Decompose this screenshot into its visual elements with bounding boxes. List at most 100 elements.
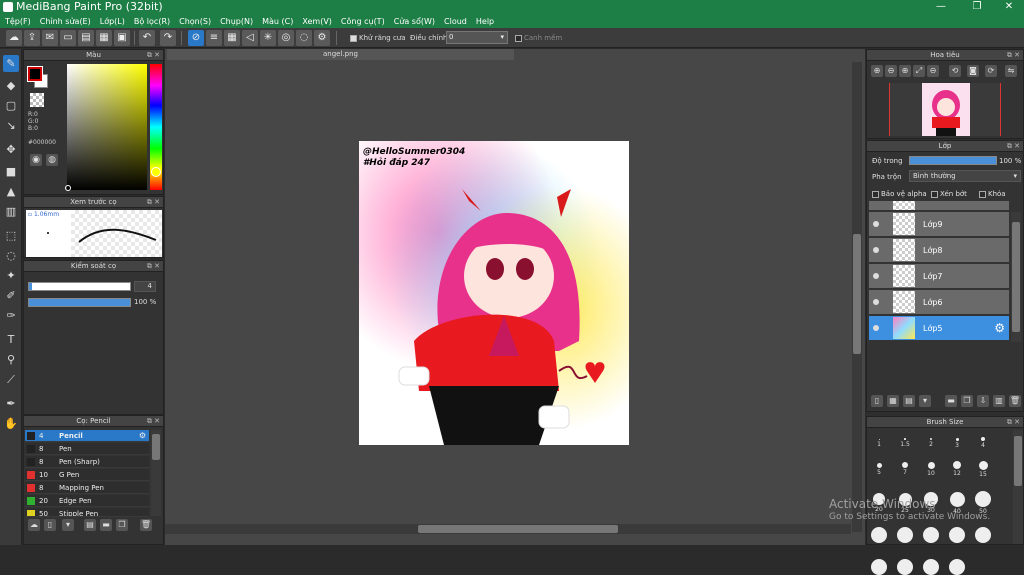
- brush-size-scrollbar[interactable]: [1013, 430, 1023, 544]
- rotate-left-icon[interactable]: ⟲: [949, 65, 961, 77]
- menu-edit[interactable]: Chỉnh sửa(E): [40, 17, 91, 26]
- comment-icon[interactable]: ✉: [42, 30, 58, 46]
- lasso-tool-icon[interactable]: ◌: [3, 247, 19, 264]
- zoom-in-small-icon[interactable]: ⊕: [899, 65, 911, 77]
- brush-size-dot-icon[interactable]: [871, 527, 887, 543]
- layer-row-lop8[interactable]: Lớp8: [869, 238, 1009, 263]
- layer-row-partial[interactable]: [869, 201, 1009, 211]
- brush-folder-icon[interactable]: ▬: [100, 519, 112, 531]
- new-8bit-layer-icon[interactable]: ▤: [903, 395, 915, 407]
- grid-icon[interactable]: ▣: [114, 30, 130, 46]
- menu-window[interactable]: Cửa sổ(W): [394, 17, 435, 26]
- scroll-thumb[interactable]: [1012, 222, 1020, 332]
- eye-icon[interactable]: [873, 221, 879, 227]
- text-tool-icon[interactable]: T: [3, 331, 19, 348]
- eye-icon[interactable]: [873, 273, 879, 279]
- snap-off-icon[interactable]: ⊘: [188, 30, 204, 46]
- new-layer-icon[interactable]: ▯: [871, 395, 883, 407]
- select-tool-icon[interactable]: ⬚: [3, 227, 19, 244]
- lock-checkbox[interactable]: Khóa: [979, 190, 1006, 198]
- page-icon[interactable]: ▤: [78, 30, 94, 46]
- eye-icon[interactable]: [873, 247, 879, 253]
- dot-tool-icon[interactable]: ↘: [3, 117, 19, 134]
- palette-icon[interactable]: ◉: [30, 154, 42, 166]
- panel-options-icon[interactable]: ⧉ ✕: [147, 261, 160, 272]
- cloud-icon[interactable]: ☁: [6, 30, 22, 46]
- brush-size-dot-icon[interactable]: [897, 559, 913, 575]
- layer-folder-icon[interactable]: ▬: [945, 395, 957, 407]
- minimize-button[interactable]: —: [926, 0, 956, 14]
- transparent-color-swatch[interactable]: [30, 93, 44, 107]
- layer-row-lop6[interactable]: Lớp6: [869, 290, 1009, 315]
- select-pen-tool-icon[interactable]: ✐: [3, 287, 19, 304]
- brush-tool-icon[interactable]: ✎: [3, 55, 19, 72]
- brush-size-value[interactable]: 4: [134, 281, 156, 292]
- cloud-brush-icon[interactable]: ☁: [28, 519, 40, 531]
- upload-icon[interactable]: ⇪: [24, 30, 40, 46]
- panel-options-icon[interactable]: ⧉ ✕: [1007, 417, 1020, 428]
- menu-filter[interactable]: Bộ lọc(R): [134, 17, 170, 26]
- maximize-button[interactable]: ❐: [962, 0, 992, 14]
- layer-row-lop9[interactable]: Lớp9: [869, 212, 1009, 237]
- brush-item-pen-sharp[interactable]: 8 Pen (Sharp): [25, 456, 149, 468]
- eyedropper-tool-icon[interactable]: ⟋: [3, 371, 19, 388]
- brush-size-dot-icon[interactable]: [927, 461, 935, 469]
- protect-alpha-checkbox[interactable]: Bảo vệ alpha: [872, 190, 927, 198]
- layer-row-lop5[interactable]: Lớp5 ⚙: [869, 316, 1009, 341]
- snap-circle-icon[interactable]: ◎: [278, 30, 294, 46]
- document-tab[interactable]: angel.png: [167, 49, 514, 60]
- adjust-select[interactable]: 0 ▾: [446, 31, 508, 44]
- blend-mode-select[interactable]: Bình thường ▾: [909, 170, 1021, 182]
- gear-icon[interactable]: ⚙: [994, 321, 1005, 335]
- layer-opacity-slider[interactable]: [909, 156, 997, 165]
- merge-down-icon[interactable]: ⇩: [977, 395, 989, 407]
- brush-size-dot-icon[interactable]: [923, 559, 939, 575]
- zoom-out-small-icon[interactable]: ⊖: [927, 65, 939, 77]
- saturation-value-picker[interactable]: [67, 64, 147, 190]
- menu-help[interactable]: Help: [476, 17, 494, 26]
- gear-icon[interactable]: ⚙: [139, 430, 146, 442]
- zoom-out-icon[interactable]: ⊖: [885, 65, 897, 77]
- zoom-in-icon[interactable]: ⊕: [871, 65, 883, 77]
- panel-options-icon[interactable]: ⧉ ✕: [1007, 50, 1020, 61]
- move-tool-icon[interactable]: ✥: [3, 141, 19, 158]
- add-brush-icon[interactable]: ▾: [62, 519, 74, 531]
- menu-snap[interactable]: Chụp(N): [220, 17, 253, 26]
- duplicate-brush-icon[interactable]: ❐: [116, 519, 128, 531]
- select-eraser-tool-icon[interactable]: ✑: [3, 307, 19, 324]
- layer-list-scrollbar[interactable]: [1011, 212, 1021, 342]
- scroll-thumb[interactable]: [418, 525, 618, 533]
- menu-view[interactable]: Xem(V): [302, 17, 332, 26]
- hand-tool-icon[interactable]: ✋: [3, 415, 19, 432]
- brush-size-dot-icon[interactable]: [955, 437, 959, 441]
- artwork-canvas[interactable]: @HelloSummer0304 #Hỏi đáp 247: [359, 141, 629, 445]
- trash-icon[interactable]: 🗑: [1009, 395, 1021, 407]
- snap-vanish-icon[interactable]: ◁: [242, 30, 258, 46]
- smooth-checkbox[interactable]: Canh mềm: [515, 34, 562, 42]
- eye-icon[interactable]: [873, 299, 879, 305]
- brush-size-dot-icon[interactable]: [904, 438, 906, 440]
- rotate-right-icon[interactable]: ⟳: [985, 65, 997, 77]
- foreground-color-swatch[interactable]: [27, 66, 43, 82]
- snap-grid-icon[interactable]: ▦: [224, 30, 240, 46]
- brush-size-dot-icon[interactable]: [878, 438, 880, 440]
- antialias-checkbox[interactable]: Khử răng cưa: [350, 34, 406, 42]
- gradient-tool-icon[interactable]: ▥: [3, 203, 19, 220]
- redo-icon[interactable]: ↷: [160, 30, 176, 46]
- brush-size-dot-icon[interactable]: [978, 460, 988, 470]
- color-settings-icon[interactable]: ◍: [46, 154, 58, 166]
- brush-size-dot-icon[interactable]: [949, 559, 965, 575]
- clipping-checkbox[interactable]: Xén bớt: [931, 190, 967, 198]
- eraser-tool-icon[interactable]: ◆: [3, 77, 19, 94]
- brush-size-dot-icon[interactable]: [981, 437, 985, 441]
- brush-item-stipple-pen[interactable]: 50 Stipple Pen: [25, 508, 149, 517]
- eye-icon[interactable]: [873, 325, 879, 331]
- canvas-area[interactable]: angel.png @HelloSummer0304 #Hỏi đáp 247: [165, 49, 865, 545]
- panel-options-icon[interactable]: ⧉ ✕: [1007, 141, 1020, 152]
- brush-size-dot-icon[interactable]: [930, 438, 932, 440]
- brush-item-mapping-pen[interactable]: 8 Mapping Pen: [25, 482, 149, 494]
- menu-file[interactable]: Tệp(F): [5, 17, 31, 26]
- snap-settings-icon[interactable]: ⚙: [314, 30, 330, 46]
- bucket-tool-icon[interactable]: ▲: [3, 183, 19, 200]
- menu-layer[interactable]: Lớp(L): [100, 17, 125, 26]
